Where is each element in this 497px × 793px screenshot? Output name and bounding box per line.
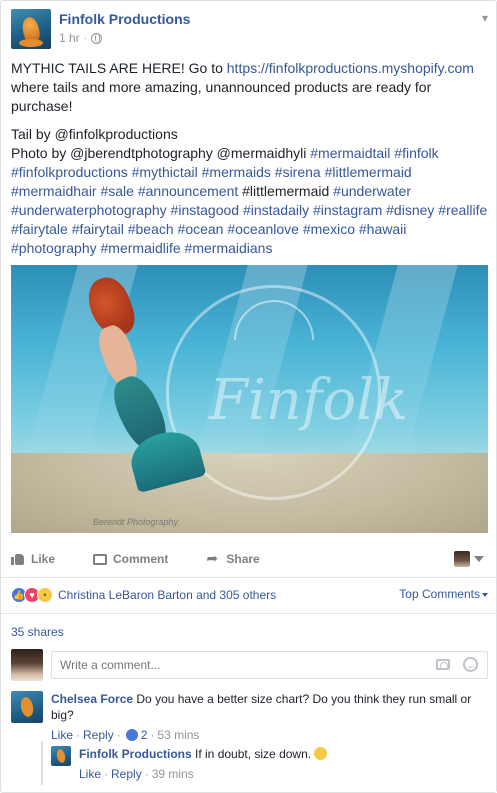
- sad-reaction-icon[interactable]: •: [37, 587, 53, 603]
- post-options-chevron-icon[interactable]: ▾: [482, 11, 488, 25]
- reply-author-link[interactable]: Finfolk Productions: [79, 747, 192, 761]
- comment-like-count[interactable]: 2: [141, 727, 148, 743]
- camera-icon[interactable]: [436, 659, 450, 670]
- meta-dot: ·: [116, 728, 121, 742]
- page-avatar[interactable]: [11, 9, 51, 49]
- page-name-link[interactable]: Finfolk Productions: [59, 11, 190, 27]
- like-button[interactable]: Like: [11, 552, 55, 566]
- comment-author-link[interactable]: Chelsea Force: [51, 692, 133, 706]
- comment-icon: [93, 553, 108, 565]
- share-icon: [206, 550, 220, 567]
- post-meta: 1 hr ·: [59, 31, 103, 45]
- reply-meta: Like · Reply · 39 mins: [79, 766, 479, 782]
- reply-like-link[interactable]: Like: [79, 766, 101, 782]
- reply-body: Finfolk Productions If in doubt, size do…: [79, 746, 479, 782]
- post-header: Finfolk Productions 1 hr · ▾: [11, 9, 488, 49]
- comment-meta: Like · Reply · 2 · 53 mins: [51, 727, 488, 743]
- divider: [1, 577, 497, 578]
- like-count-icon: [125, 729, 138, 741]
- photo-credit-text: Photo by @jberendtphotography @mermaidhy…: [11, 145, 311, 161]
- comment-label: Comment: [113, 552, 169, 566]
- logo-fin: [19, 39, 43, 47]
- watermark-arc: [234, 300, 314, 340]
- post-paragraph-credits: Tail by @finfolkproductions Photo by @jbe…: [11, 125, 489, 258]
- comment-composer: [11, 649, 488, 681]
- user-avatar: [454, 551, 470, 567]
- meta-dot: ·: [76, 728, 81, 742]
- post-paragraph-intro: MYTHIC TAILS ARE HERE! Go to https://fin…: [11, 59, 489, 116]
- meta-dot: ·: [104, 767, 109, 781]
- reply-reply-link[interactable]: Reply: [111, 766, 142, 782]
- globe-icon: [91, 32, 103, 44]
- share-label: Share: [226, 552, 260, 566]
- comment-like-link[interactable]: Like: [51, 727, 73, 743]
- reply-time[interactable]: 39 mins: [152, 766, 194, 782]
- smiley-emoji-icon: [314, 747, 328, 760]
- comment-button[interactable]: Comment: [93, 552, 168, 566]
- plain-hashtag: #littlemermaid: [242, 183, 330, 199]
- comment-body: Chelsea Force Do you have a better size …: [51, 691, 488, 743]
- top-comments-sort[interactable]: Top Comments: [399, 587, 488, 601]
- reactors-link[interactable]: Christina LeBaron Barton and 305 others: [58, 588, 276, 602]
- post-photo[interactable]: Finfolk Berendt Photography: [11, 265, 488, 533]
- comment-time[interactable]: 53 mins: [157, 727, 199, 743]
- reply-text: If in doubt, size down.: [195, 747, 312, 761]
- emoji-icon[interactable]: [463, 657, 478, 672]
- sort-chevron-icon: [482, 592, 488, 597]
- share-button[interactable]: Share: [206, 550, 260, 567]
- commenter-avatar[interactable]: [11, 691, 43, 723]
- meta-dot: ·: [144, 767, 149, 781]
- post-message: MYTHIC TAILS ARE HERE! Go to https://fin…: [11, 59, 489, 267]
- reactions-summary: 👍 ♥ • Christina LeBaron Barton and 305 o…: [11, 585, 488, 605]
- avatar-art: [55, 748, 67, 764]
- watermark-script: Finfolk: [209, 368, 409, 433]
- post-as-selector[interactable]: [454, 551, 484, 567]
- thumbs-up-icon: [11, 552, 25, 566]
- meta-separator: ·: [83, 32, 88, 44]
- tail-credit: Tail by @finfolkproductions: [11, 126, 178, 142]
- current-user-avatar[interactable]: [11, 649, 43, 681]
- comment-input[interactable]: [51, 651, 488, 679]
- intro-text-1: MYTHIC TAILS ARE HERE! Go to: [11, 60, 227, 76]
- action-bar: Like Comment Share: [11, 545, 488, 573]
- avatar-art: [19, 695, 35, 719]
- chevron-down-icon: [474, 556, 484, 562]
- shares-count-link[interactable]: 35 shares: [11, 625, 64, 639]
- comment-reply-link[interactable]: Reply: [83, 727, 114, 743]
- post-card: Finfolk Productions 1 hr · ▾ MYTHIC TAIL…: [0, 0, 497, 793]
- shop-url-link[interactable]: https://finfolkproductions.myshopify.com: [227, 60, 474, 76]
- reply-thread-line: [41, 741, 43, 785]
- photo-watermark-credit: Berendt Photography: [93, 517, 179, 527]
- divider: [1, 613, 497, 614]
- like-label: Like: [31, 552, 56, 566]
- intro-text-2: where tails and more amazing, unannounce…: [11, 79, 432, 114]
- reply-author-avatar[interactable]: [51, 746, 71, 766]
- post-time[interactable]: 1 hr: [59, 31, 80, 45]
- meta-dot: ·: [150, 728, 155, 742]
- sort-label: Top Comments: [399, 587, 480, 601]
